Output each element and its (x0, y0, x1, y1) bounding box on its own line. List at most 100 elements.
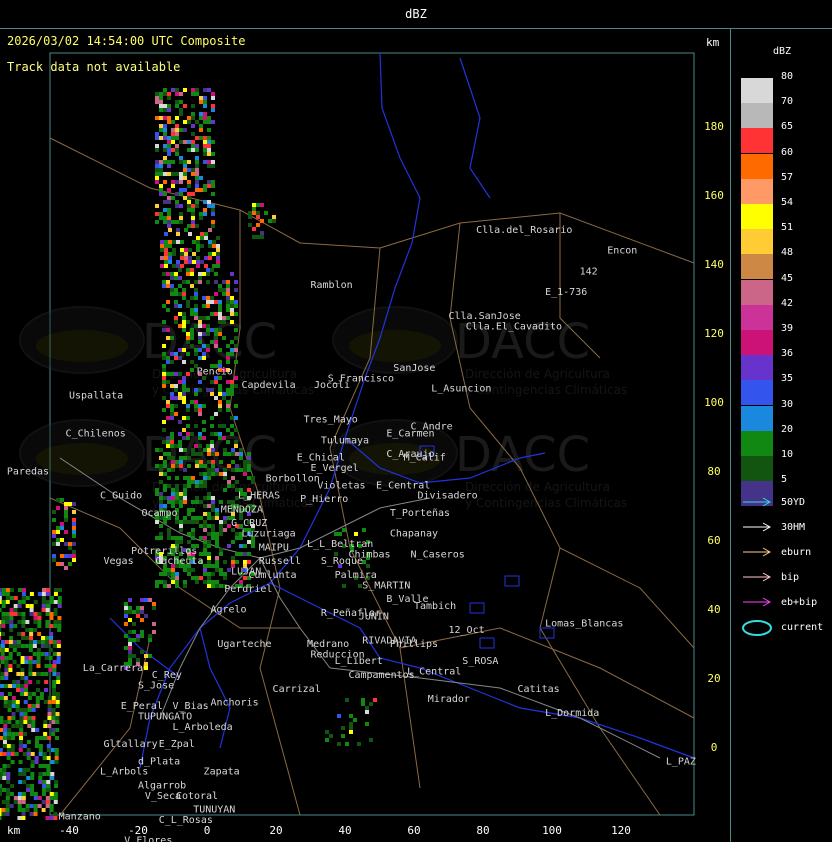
echo-pixel (10, 744, 15, 748)
echo-pixel (49, 804, 54, 808)
echo-pixel (50, 748, 55, 752)
echo-pixel (365, 722, 369, 726)
echo-pixel (4, 668, 9, 672)
echo-pixel (210, 392, 214, 396)
echo-pixel (216, 256, 220, 260)
echo-pixel (247, 560, 251, 564)
echo-pixel (155, 580, 159, 584)
echo-pixel (171, 580, 175, 584)
echo-pixel (163, 472, 167, 476)
echo-pixel (183, 520, 187, 524)
echo-pixel (29, 604, 34, 608)
place-label: Gltallary (104, 739, 158, 750)
echo-pixel (230, 416, 234, 420)
arrow-icon (741, 520, 773, 534)
echo-pixel (163, 148, 167, 152)
echo-pixel (207, 180, 211, 184)
echo-pixel (187, 200, 191, 204)
echo-pixel (235, 536, 239, 540)
echo-pixel (167, 216, 171, 220)
echo-pixel (248, 211, 252, 215)
echo-pixel (215, 564, 219, 568)
echo-pixel (132, 630, 136, 634)
echo-pixel (218, 400, 222, 404)
echo-pixel (160, 248, 164, 252)
echo-pixel (0, 752, 3, 756)
echo-pixel (176, 232, 180, 236)
place-label: Vegas (104, 556, 134, 567)
echo-pixel (230, 348, 234, 352)
echo-pixel (178, 440, 182, 444)
echo-pixel (183, 88, 187, 92)
radar-map-panel[interactable]: DACC Dirección de Agricultura y Contingenc… (0, 28, 730, 842)
echo-pixel (0, 720, 4, 724)
y-tick-label: 100 (704, 396, 724, 409)
echo-pixel (144, 654, 148, 658)
legend-level-label: 70 (781, 96, 794, 108)
echo-pixel (187, 148, 191, 152)
echo-pixel (202, 344, 206, 348)
echo-pixel (199, 176, 203, 180)
echo-pixel (187, 508, 191, 512)
echo-pixel (56, 538, 60, 542)
echo-pixel (239, 544, 243, 548)
echo-pixel (41, 604, 46, 608)
echo-pixel (227, 544, 231, 548)
echo-pixel (202, 332, 206, 336)
echo-pixel (191, 568, 195, 572)
echo-pixel (162, 396, 166, 400)
place-label: C_Rey (152, 670, 182, 681)
echo-pixel (159, 116, 163, 120)
echo-pixel (179, 528, 183, 532)
echo-pixel (183, 168, 187, 172)
echo-pixel (198, 408, 202, 412)
echo-pixel (0, 768, 3, 772)
echo-pixel (230, 272, 234, 276)
radar-map[interactable]: DACCDirección de Agriculturay Contingenc… (0, 28, 730, 842)
echo-pixel (235, 452, 239, 456)
echo-pixel (33, 616, 38, 620)
place-label: Tulumaya (321, 435, 369, 446)
echo-pixel (174, 444, 178, 448)
echo-pixel (187, 476, 191, 480)
echo-pixel (163, 128, 167, 132)
echo-pixel (215, 580, 219, 584)
echo-pixel (198, 348, 202, 352)
echo-pixel (18, 772, 23, 776)
echo-pixel (194, 444, 198, 448)
echo-pixel (199, 136, 203, 140)
echo-pixel (211, 532, 215, 536)
echo-pixel (23, 692, 28, 696)
echo-pixel (166, 360, 170, 364)
echo-pixel (32, 660, 37, 664)
echo-pixel (21, 612, 26, 616)
echo-pixel (3, 700, 8, 704)
echo-pixel (180, 264, 184, 268)
echo-pixel (187, 464, 191, 468)
echo-pixel (179, 204, 183, 208)
echo-pixel (211, 580, 215, 584)
echo-pixel (55, 728, 60, 732)
echo-pixel (218, 288, 222, 292)
echo-pixel (170, 392, 174, 396)
legend-level-label: 80 (781, 71, 794, 82)
echo-pixel (234, 428, 238, 432)
echo-pixel (223, 516, 227, 520)
echo-pixel (29, 632, 34, 636)
echo-pixel (176, 264, 180, 268)
echo-pixel (194, 288, 198, 292)
echo-pixel (168, 244, 172, 248)
echo-pixel (37, 804, 42, 808)
echo-pixel (166, 400, 170, 404)
echo-pixel (215, 508, 219, 512)
echo-pixel (29, 792, 34, 796)
echo-pixel (211, 180, 215, 184)
echo-pixel (15, 708, 20, 712)
echo-pixel (16, 652, 21, 656)
echo-pixel (175, 116, 179, 120)
echo-pixel (21, 632, 26, 636)
echo-pixel (155, 448, 159, 452)
echo-pixel (26, 752, 31, 756)
echo-pixel (162, 356, 166, 360)
echo-pixel (187, 140, 191, 144)
